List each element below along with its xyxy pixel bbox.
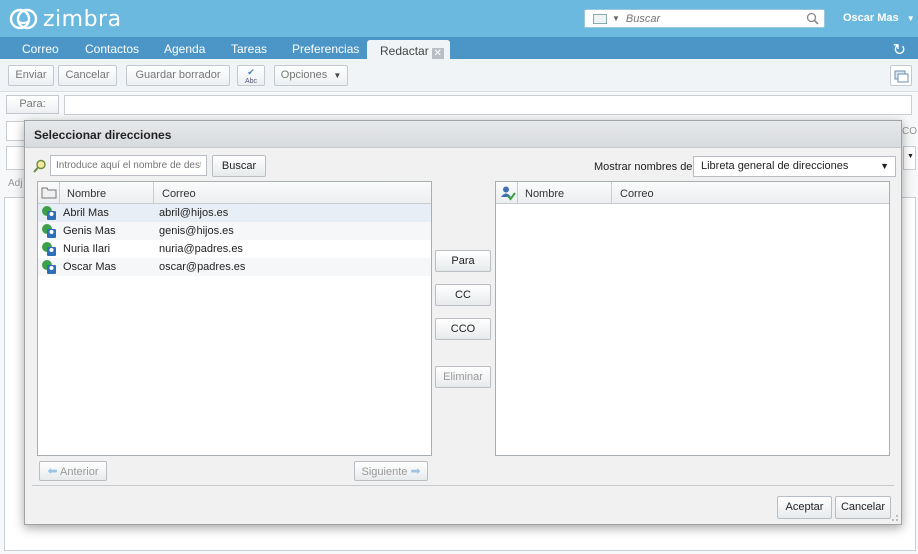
- options-button[interactable]: Opciones ▼: [274, 65, 348, 86]
- user-name: Oscar Mas: [843, 12, 899, 24]
- search-icon: [33, 159, 46, 173]
- detach-window-icon[interactable]: [890, 65, 912, 86]
- bcc-link[interactable]: CO: [902, 126, 917, 137]
- chevron-down-icon: ▼: [907, 153, 914, 160]
- recipients-list-header: Nombre Correo: [496, 182, 889, 204]
- previous-page-button[interactable]: ⬅ Anterior: [39, 461, 107, 481]
- tab-contactos[interactable]: Contactos: [85, 42, 139, 56]
- remove-button[interactable]: Eliminar: [435, 366, 491, 388]
- contacts-list-header: Nombre Correo: [38, 182, 431, 204]
- dialog-divider: [32, 485, 894, 486]
- contact-name: Oscar Mas: [63, 261, 117, 273]
- spellcheck-button[interactable]: ✔ Abc: [237, 65, 265, 86]
- save-draft-button[interactable]: Guardar borrador: [126, 65, 230, 86]
- cancel-button[interactable]: Cancelar: [835, 496, 891, 519]
- tab-redactar-label: Redactar: [380, 44, 429, 58]
- zimbra-logo-icon: [9, 8, 38, 30]
- contact-icon: [42, 260, 56, 274]
- tab-preferencias[interactable]: Preferencias: [292, 42, 359, 56]
- contact-name: Genis Mas: [63, 225, 116, 237]
- search-icon[interactable]: [806, 12, 819, 25]
- select-addresses-dialog: Seleccionar direcciones Buscar Mostrar n…: [24, 120, 902, 525]
- resize-grip-icon[interactable]: [889, 512, 899, 522]
- source-select[interactable]: Libreta general de direcciones ▼: [693, 156, 896, 177]
- send-button[interactable]: Enviar: [8, 65, 54, 86]
- column-email-header[interactable]: Correo: [620, 188, 654, 200]
- contact-icon: [42, 206, 56, 220]
- source-selected-value: Libreta general de direcciones: [701, 160, 849, 172]
- folder-icon[interactable]: [41, 185, 57, 199]
- contact-icon: [42, 224, 56, 238]
- spellcheck-label: Abc: [244, 78, 258, 85]
- to-address-button[interactable]: Para:: [6, 95, 59, 114]
- contact-row[interactable]: Abril Mas abril@hijos.es: [38, 204, 431, 222]
- contact-check-icon[interactable]: [500, 185, 516, 201]
- arrow-left-icon: ⬅: [47, 464, 58, 478]
- contact-email: oscar@padres.es: [159, 261, 246, 273]
- contact-row[interactable]: Oscar Mas oscar@padres.es: [38, 258, 431, 276]
- contact-name: Abril Mas: [63, 207, 109, 219]
- contact-row[interactable]: Genis Mas genis@hijos.es: [38, 222, 431, 240]
- chevron-down-icon: ▼: [906, 14, 915, 23]
- tab-correo[interactable]: Correo: [22, 42, 59, 56]
- column-email-header[interactable]: Correo: [162, 188, 196, 200]
- contact-row[interactable]: Nuria Ilari nuria@padres.es: [38, 240, 431, 258]
- next-page-button[interactable]: Siguiente ➡: [354, 461, 428, 481]
- tab-tareas[interactable]: Tareas: [231, 42, 267, 56]
- cancel-compose-button[interactable]: Cancelar: [58, 65, 117, 86]
- search-input[interactable]: [625, 12, 796, 25]
- show-names-label: Mostrar nombres de:: [594, 161, 696, 173]
- tab-redactar[interactable]: Redactar ✕: [367, 40, 450, 60]
- to-field[interactable]: [64, 95, 912, 115]
- contacts-list: Nombre Correo Abril Mas abril@hijos.es G…: [37, 181, 432, 456]
- add-cc-button[interactable]: CC: [435, 284, 491, 306]
- next-label: Siguiente: [361, 466, 408, 478]
- refresh-icon[interactable]: ↻: [893, 40, 906, 60]
- selected-recipients-list: Nombre Correo: [495, 181, 890, 456]
- contact-email: nuria@padres.es: [159, 243, 243, 255]
- tab-agenda[interactable]: Agenda: [164, 42, 205, 56]
- compose-toolbar: Enviar Cancelar Guardar borrador ✔ Abc O…: [0, 59, 918, 92]
- mail-envelope-icon[interactable]: [593, 13, 607, 24]
- column-name-header[interactable]: Nombre: [525, 188, 564, 200]
- previous-label: Anterior: [59, 466, 99, 478]
- logo-text: zimbra: [43, 6, 122, 32]
- contact-email: abril@hijos.es: [159, 207, 229, 219]
- search-button[interactable]: Buscar: [212, 155, 266, 177]
- add-to-button[interactable]: Para: [435, 250, 491, 272]
- filter-input[interactable]: [50, 155, 207, 176]
- chevron-down-icon: ▼: [333, 71, 342, 80]
- attach-label: Adj: [8, 178, 23, 189]
- chevron-down-icon[interactable]: ▼: [612, 14, 620, 23]
- accept-button[interactable]: Aceptar: [777, 496, 832, 519]
- arrow-right-icon: ➡: [410, 464, 421, 478]
- contact-icon: [42, 242, 56, 256]
- contact-name: Nuria Ilari: [63, 243, 111, 255]
- user-menu[interactable]: Oscar Mas ▼: [843, 12, 915, 24]
- chevron-down-icon: ▼: [880, 161, 889, 171]
- contact-email: genis@hijos.es: [159, 225, 234, 237]
- check-icon: ✔: [247, 67, 255, 77]
- search-box: ▼: [584, 9, 825, 28]
- column-name-header[interactable]: Nombre: [67, 188, 106, 200]
- dialog-title: Seleccionar direcciones: [25, 121, 901, 148]
- priority-dropdown[interactable]: ▼: [903, 146, 916, 170]
- top-header: zimbra ▼ Oscar Mas ▼: [0, 0, 918, 37]
- app-tabbar: Correo Contactos Agenda Tareas Preferenc…: [0, 37, 918, 60]
- add-bcc-button[interactable]: CCO: [435, 318, 491, 340]
- options-label: Opciones: [280, 69, 328, 81]
- zimbra-logo[interactable]: zimbra: [8, 6, 122, 32]
- window-icon: [894, 70, 909, 83]
